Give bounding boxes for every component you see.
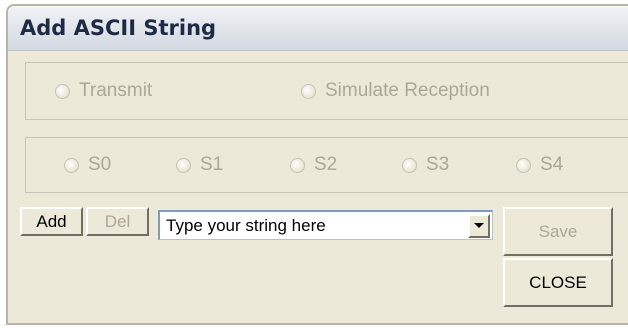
- radio-simulate-reception[interactable]: Simulate Reception: [301, 80, 490, 102]
- radio-simulate-reception-label: Simulate Reception: [325, 80, 490, 101]
- radio-s4[interactable]: S4: [516, 154, 563, 176]
- add-button[interactable]: Add: [20, 207, 83, 236]
- radio-s3-label: S3: [426, 154, 450, 175]
- string-combobox-value[interactable]: Type your string here: [160, 216, 468, 236]
- radio-icon: [64, 157, 79, 173]
- radio-transmit-label: Transmit: [79, 80, 153, 101]
- radio-icon: [55, 83, 70, 99]
- radio-s1-label: S1: [200, 154, 224, 175]
- close-button[interactable]: CLOSE: [503, 258, 613, 307]
- window-title: Add ASCII String: [20, 16, 217, 40]
- title-bar[interactable]: Add ASCII String: [8, 6, 628, 51]
- radio-icon: [301, 83, 316, 99]
- radio-s3[interactable]: S3: [402, 154, 449, 176]
- radio-icon: [290, 157, 305, 173]
- radio-icon: [402, 157, 417, 173]
- del-button[interactable]: Del: [86, 207, 149, 236]
- radio-s1[interactable]: S1: [176, 154, 223, 176]
- add-ascii-string-dialog: Add ASCII String Transmit Simulate Recep…: [6, 4, 628, 325]
- save-button[interactable]: Save: [503, 207, 613, 256]
- radio-s2-label: S2: [314, 154, 338, 175]
- slot-group: S0 S1 S2 S3 S4: [25, 137, 628, 193]
- string-combobox[interactable]: Type your string here: [158, 210, 493, 240]
- radio-icon: [516, 157, 531, 173]
- chevron-down-icon[interactable]: [468, 213, 490, 238]
- radio-s4-label: S4: [540, 154, 564, 175]
- radio-s0[interactable]: S0: [64, 154, 111, 176]
- radio-s0-label: S0: [88, 154, 112, 175]
- radio-icon: [176, 157, 191, 173]
- mode-group: Transmit Simulate Reception: [25, 62, 628, 120]
- radio-s2[interactable]: S2: [290, 154, 337, 176]
- radio-transmit[interactable]: Transmit: [55, 80, 152, 102]
